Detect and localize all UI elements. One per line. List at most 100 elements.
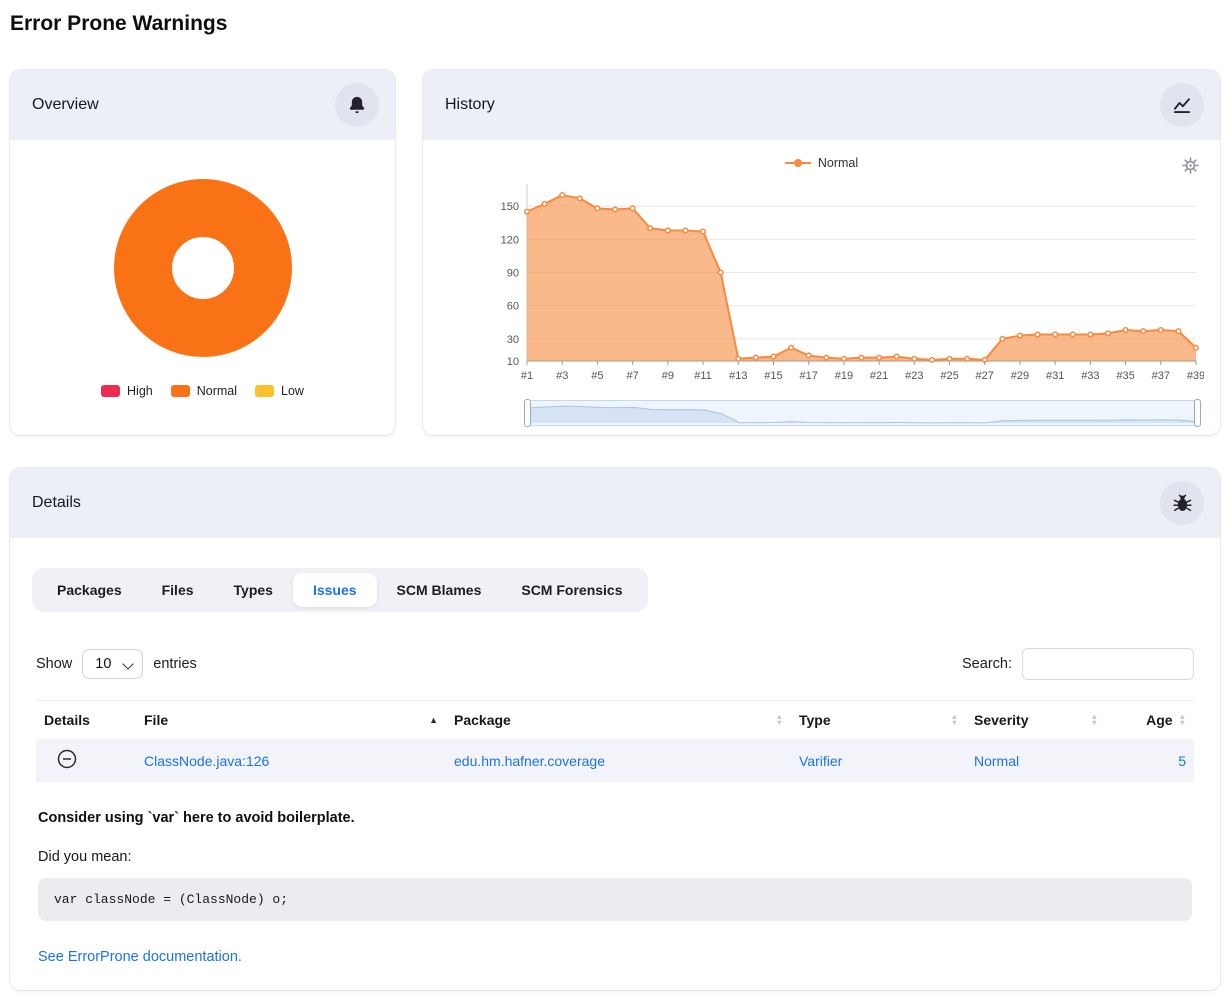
page-size-select-wrap: 10 <box>82 649 143 679</box>
high-swatch <box>101 385 120 397</box>
tab-files[interactable]: Files <box>142 573 214 607</box>
issue-row: ClassNode.java:126 edu.hm.hafner.coverag… <box>36 739 1194 782</box>
column-header-severity[interactable]: Severity <box>966 701 1106 740</box>
sort-icon <box>776 714 783 726</box>
severity-link[interactable]: Normal <box>974 753 1019 769</box>
details-card-body: Packages Files Types Issues SCM Blames S… <box>10 538 1220 990</box>
show-label: Show <box>36 656 72 672</box>
normal-label: Normal <box>197 384 237 398</box>
sort-asc-icon <box>429 716 438 725</box>
overview-card-body: High Normal Low <box>10 140 395 435</box>
details-tabs: Packages Files Types Issues SCM Blames S… <box>32 568 648 612</box>
file-link[interactable]: ClassNode.java:126 <box>144 753 269 769</box>
issue-message: Consider using `var` here to avoid boile… <box>38 810 1192 826</box>
sort-icon <box>951 714 958 726</box>
svg-text:#17: #17 <box>800 370 818 382</box>
svg-text:#15: #15 <box>764 370 782 382</box>
page-size-select[interactable]: 10 <box>82 649 143 679</box>
svg-text:#23: #23 <box>905 370 923 382</box>
page: Error Prone Warnings Overview High <box>0 0 1230 998</box>
details-card: Details Packages Files Types <box>10 468 1220 990</box>
svg-text:#29: #29 <box>1011 370 1029 382</box>
collapse-row-icon[interactable] <box>56 748 78 770</box>
svg-text:#3: #3 <box>556 370 568 382</box>
column-header-package[interactable]: Package <box>446 701 791 740</box>
expanded-issue-details: Consider using `var` here to avoid boile… <box>36 810 1194 966</box>
svg-text:#13: #13 <box>729 370 747 382</box>
svg-text:#21: #21 <box>870 370 888 382</box>
tab-scm-forensics[interactable]: SCM Forensics <box>501 573 642 607</box>
low-label: Low <box>281 384 304 398</box>
svg-text:#7: #7 <box>627 370 639 382</box>
legend-line-marker-icon <box>785 158 811 168</box>
overview-card-title: Overview <box>32 96 99 114</box>
datazoom-handle-left[interactable] <box>524 399 531 427</box>
legend-item-low[interactable]: Low <box>255 384 304 398</box>
issues-table: Details File Package Type <box>36 700 1194 782</box>
svg-text:60: 60 <box>507 301 519 313</box>
legend-item-normal[interactable]: Normal <box>171 384 237 398</box>
tab-packages[interactable]: Packages <box>37 573 142 607</box>
svg-text:#5: #5 <box>591 370 603 382</box>
svg-text:#33: #33 <box>1081 370 1099 382</box>
svg-text:120: 120 <box>501 234 519 246</box>
search-control: Search: <box>962 648 1194 680</box>
history-trend-chart[interactable]: 10 30 60 90 120 150 #1 #3 #5 #7 #9 #11 #13 #15 #17 #19 #… <box>439 178 1204 390</box>
package-link[interactable]: edu.hm.hafner.coverage <box>454 753 605 769</box>
type-link[interactable]: Varifier <box>799 753 842 769</box>
issues-table-header-row: Details File Package Type <box>36 701 1194 740</box>
search-input[interactable] <box>1022 648 1194 680</box>
column-header-file[interactable]: File <box>136 701 446 740</box>
history-legend-label: Normal <box>818 156 858 170</box>
gear-icon[interactable] <box>1181 156 1200 175</box>
svg-text:#1: #1 <box>521 370 533 382</box>
datazoom-handle-right[interactable] <box>1194 399 1201 427</box>
history-legend-normal[interactable]: Normal <box>785 156 858 170</box>
high-label: High <box>127 384 153 398</box>
tab-scm-blames[interactable]: SCM Blames <box>377 573 502 607</box>
collapse-cell <box>36 739 136 782</box>
svg-text:90: 90 <box>507 268 519 280</box>
line-chart-icon <box>1160 83 1204 127</box>
did-you-mean-label: Did you mean: <box>38 849 1192 865</box>
svg-text:#11: #11 <box>694 370 712 382</box>
donut-legend: High Normal Low <box>101 384 304 398</box>
svg-text:150: 150 <box>501 201 519 213</box>
history-chart-topbar: Normal <box>439 148 1204 178</box>
column-header-details: Details <box>36 701 136 740</box>
suggested-code: var classNode = (ClassNode) o; <box>38 878 1192 921</box>
normal-swatch <box>171 385 190 397</box>
search-label: Search: <box>962 656 1012 672</box>
svg-text:#39: #39 <box>1187 370 1204 382</box>
age-link[interactable]: 5 <box>1178 753 1186 769</box>
datazoom-slider[interactable] <box>527 400 1198 426</box>
errorprone-doc-link[interactable]: See ErrorProne documentation. <box>38 949 242 965</box>
column-header-type[interactable]: Type <box>791 701 966 740</box>
entries-label: entries <box>153 656 197 672</box>
tab-types[interactable]: Types <box>214 573 293 607</box>
bell-icon <box>335 83 379 127</box>
overview-card: Overview High Norma <box>10 70 395 435</box>
bug-icon <box>1160 481 1204 525</box>
datazoom-silhouette <box>528 401 1197 425</box>
details-card-header: Details <box>10 468 1220 538</box>
page-title: Error Prone Warnings <box>10 12 1220 36</box>
svg-text:#31: #31 <box>1046 370 1064 382</box>
details-card-title: Details <box>32 494 81 512</box>
sort-icon <box>1091 714 1098 726</box>
legend-item-high[interactable]: High <box>101 384 153 398</box>
overview-card-header: Overview <box>10 70 395 140</box>
svg-text:#35: #35 <box>1116 370 1134 382</box>
svg-text:#19: #19 <box>835 370 853 382</box>
top-row: Overview High Norma <box>10 70 1220 435</box>
svg-text:30: 30 <box>507 334 519 346</box>
history-card-body: Normal <box>423 140 1220 435</box>
severity-donut-chart[interactable] <box>113 178 293 358</box>
svg-text:10: 10 <box>507 356 519 368</box>
tab-issues[interactable]: Issues <box>293 573 377 607</box>
history-card-title: History <box>445 96 495 114</box>
table-controls: Show 10 entries Search: <box>36 648 1194 680</box>
low-swatch <box>255 385 274 397</box>
column-header-age[interactable]: Age <box>1106 701 1194 740</box>
svg-text:#9: #9 <box>662 370 674 382</box>
